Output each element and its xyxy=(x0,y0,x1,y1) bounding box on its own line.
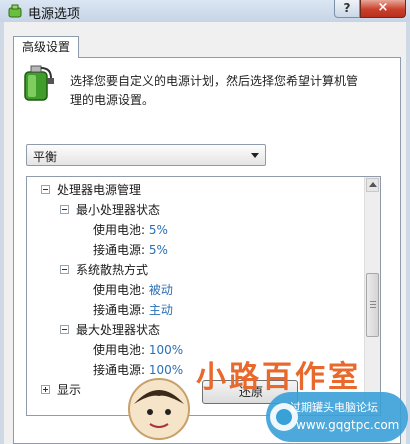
tree-item-label: 系统散热方式 xyxy=(76,263,149,277)
battery-plan-icon xyxy=(24,65,54,101)
tree-item-max-processor[interactable]: 最大处理器状态 xyxy=(60,320,160,340)
setting-label: 接通电源: xyxy=(93,243,146,257)
help-button[interactable]: ? xyxy=(334,0,360,18)
close-icon: × xyxy=(377,0,389,15)
close-button[interactable]: × xyxy=(360,0,406,18)
title-bar: 电源选项 ? × xyxy=(0,0,410,22)
grip-line xyxy=(370,307,376,308)
setting-battery-cooling[interactable]: 使用电池: 被动 xyxy=(93,280,173,300)
setting-label: 接通电源: xyxy=(93,363,146,377)
scroll-up-icon[interactable] xyxy=(366,178,379,192)
grip-line xyxy=(370,301,376,302)
setting-value[interactable]: 被动 xyxy=(149,283,173,297)
tree-collapse-icon[interactable] xyxy=(41,185,50,194)
tree-expand-icon[interactable] xyxy=(41,385,50,394)
setting-plugged-min[interactable]: 接通电源: 5% xyxy=(93,240,168,260)
setting-value[interactable]: 5% xyxy=(149,223,168,237)
tree-item-min-processor[interactable]: 最小处理器状态 xyxy=(60,200,160,220)
tree-item-label: 显示 xyxy=(57,383,82,397)
watermark-forum-name: 过期罐头电脑论坛 xyxy=(290,401,378,414)
window-title: 电源选项 xyxy=(28,7,81,22)
tree-collapse-icon[interactable] xyxy=(60,265,69,274)
tree-item-label: 最小处理器状态 xyxy=(76,203,161,217)
grip-line xyxy=(370,304,376,305)
dropdown-arrow-icon xyxy=(251,153,259,158)
power-plan-value: 平衡 xyxy=(33,150,58,164)
tree-collapse-icon[interactable] xyxy=(60,205,69,214)
setting-label: 使用电池: xyxy=(93,283,146,297)
setting-value[interactable]: 100% xyxy=(149,363,183,377)
power-plan-select[interactable]: 平衡 xyxy=(26,144,266,166)
tree-scrollbar[interactable] xyxy=(364,177,380,415)
setting-value[interactable]: 主动 xyxy=(149,303,173,317)
tree-item-processor-power[interactable]: 处理器电源管理 xyxy=(41,180,141,200)
setting-value[interactable]: 5% xyxy=(149,243,168,257)
tree-item-display[interactable]: 显示 xyxy=(41,380,81,400)
tab-advanced-settings[interactable]: 高级设置 xyxy=(13,36,79,58)
description-text: 选择您要自定义的电源计划，然后选择您希望计算机管理的电源设置。 xyxy=(70,74,359,107)
watermark-url: www.gqgtpc.com xyxy=(296,418,400,432)
help-icon: ? xyxy=(343,1,351,15)
setting-battery-min[interactable]: 使用电池: 5% xyxy=(93,220,168,240)
watermark-avatar xyxy=(128,378,190,440)
setting-label: 使用电池: xyxy=(93,343,146,357)
power-options-app-icon xyxy=(8,4,22,18)
tree-item-label: 处理器电源管理 xyxy=(57,183,142,197)
setting-plugged-cooling[interactable]: 接通电源: 主动 xyxy=(93,300,173,320)
tree-collapse-icon[interactable] xyxy=(60,325,69,334)
setting-battery-max[interactable]: 使用电池: 100% xyxy=(93,340,183,360)
setting-value[interactable]: 100% xyxy=(149,343,183,357)
scrollbar-thumb[interactable] xyxy=(366,273,379,337)
setting-label: 接通电源: xyxy=(93,303,146,317)
setting-label: 使用电池: xyxy=(93,223,146,237)
tree-item-label: 最大处理器状态 xyxy=(76,323,161,337)
tree-item-cooling-policy[interactable]: 系统散热方式 xyxy=(60,260,148,280)
